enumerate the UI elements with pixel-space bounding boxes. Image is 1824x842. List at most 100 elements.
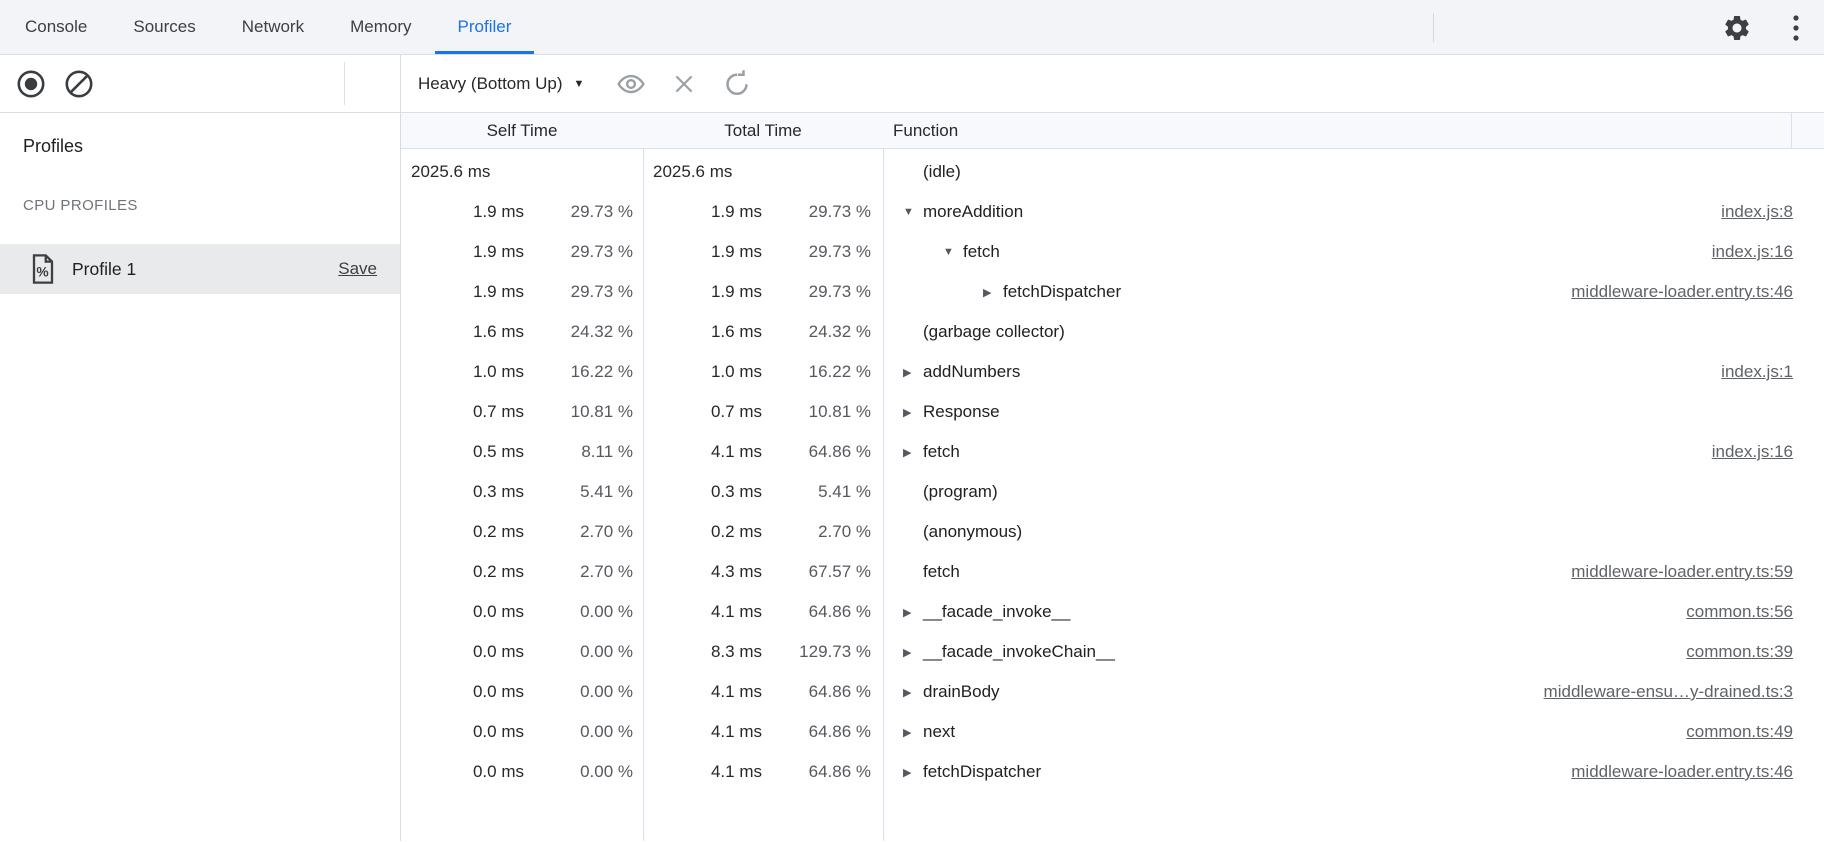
total-time-cell-ms: 4.1 ms xyxy=(643,682,762,702)
source-location-link[interactable]: common.ts:56 xyxy=(1666,602,1793,622)
tree-collapsed-icon[interactable]: ▶ xyxy=(903,646,923,659)
profile-grid-row[interactable]: 1.6 ms24.32 %1.6 ms24.32 %(garbage colle… xyxy=(401,312,1824,352)
tree-collapsed-icon[interactable]: ▶ xyxy=(903,686,923,699)
column-header-self-time[interactable]: Self Time xyxy=(401,121,643,141)
function-name: next xyxy=(923,722,955,742)
self-time-cell-ms: 1.9 ms xyxy=(401,202,524,222)
profile-grid-row[interactable]: 0.7 ms10.81 %0.7 ms10.81 %▶Response xyxy=(401,392,1824,432)
profile-grid-row[interactable]: 2025.6 ms2025.6 ms(idle) xyxy=(401,152,1824,192)
total-time-cell: 8.3 ms129.73 % xyxy=(643,642,883,662)
total-time-cell-ms: 1.0 ms xyxy=(643,362,762,382)
source-location-link[interactable]: common.ts:39 xyxy=(1666,642,1793,662)
total-time-cell-ms: 1.9 ms xyxy=(643,242,762,262)
source-location-link[interactable]: index.js:1 xyxy=(1701,362,1793,382)
profile-name: Profile 1 xyxy=(72,259,136,280)
total-time-cell-ms: 4.1 ms xyxy=(643,722,762,742)
tree-collapsed-icon[interactable]: ▶ xyxy=(903,446,923,459)
profile-grid-row[interactable]: 0.0 ms0.00 %8.3 ms129.73 %▶__facade_invo… xyxy=(401,632,1824,672)
tree-collapsed-icon[interactable]: ▶ xyxy=(903,726,923,739)
tree-expanded-icon[interactable]: ▼ xyxy=(903,206,923,218)
tab-profiler[interactable]: Profiler xyxy=(435,0,535,54)
profile-grid-row[interactable]: 0.2 ms2.70 %0.2 ms2.70 %(anonymous) xyxy=(401,512,1824,552)
kebab-menu-icon xyxy=(1792,13,1800,43)
profile-grid-row[interactable]: 1.9 ms29.73 %1.9 ms29.73 %▼moreAdditioni… xyxy=(401,192,1824,232)
self-time-cell: 0.3 ms5.41 % xyxy=(401,482,643,502)
source-location-link[interactable]: middleware-loader.entry.ts:46 xyxy=(1551,282,1793,302)
profile-grid-row[interactable]: 0.5 ms8.11 %4.1 ms64.86 %▶fetchindex.js:… xyxy=(401,432,1824,472)
function-name: fetch xyxy=(963,242,1000,262)
record-icon xyxy=(16,69,46,99)
self-time-cell-pct: 16.22 % xyxy=(524,362,643,382)
source-location-link[interactable]: index.js:8 xyxy=(1701,202,1793,222)
tree-collapsed-icon[interactable]: ▶ xyxy=(903,406,923,419)
profile-grid-row[interactable]: 0.3 ms5.41 %0.3 ms5.41 %(program) xyxy=(401,472,1824,512)
tab-memory[interactable]: Memory xyxy=(327,0,434,54)
tab-console[interactable]: Console xyxy=(2,0,110,54)
column-header-total-time[interactable]: Total Time xyxy=(643,121,883,141)
clear-button[interactable] xyxy=(63,68,95,100)
total-time-cell-pct: 64.86 % xyxy=(762,722,883,742)
total-time-cell-pct: 29.73 % xyxy=(762,242,883,262)
profile-grid-row[interactable]: 1.9 ms29.73 %1.9 ms29.73 %▶fetchDispatch… xyxy=(401,272,1824,312)
total-time-cell: 0.7 ms10.81 % xyxy=(643,402,883,422)
total-time-cell: 2025.6 ms xyxy=(643,162,883,182)
source-location-link[interactable]: index.js:16 xyxy=(1692,242,1793,262)
tree-collapsed-icon[interactable]: ▶ xyxy=(903,606,923,619)
function-cell: ▶__facade_invokeChain__ common.ts:39 xyxy=(883,642,1824,662)
self-time-cell-ms: 0.5 ms xyxy=(401,442,524,462)
source-location-link[interactable]: middleware-loader.entry.ts:46 xyxy=(1551,762,1793,782)
column-header-function[interactable]: Function xyxy=(883,121,1824,141)
function-cell: (anonymous) xyxy=(883,522,1824,542)
total-time-cell: 4.1 ms64.86 % xyxy=(643,602,883,622)
settings-button[interactable] xyxy=(1719,10,1755,46)
focus-selected-button[interactable] xyxy=(615,68,647,100)
profiler-main: Heavy (Bottom Up) ▼ xyxy=(401,55,1824,841)
self-time-cell: 0.5 ms8.11 % xyxy=(401,442,643,462)
total-time-cell: 4.1 ms64.86 % xyxy=(643,442,883,462)
self-time-cell-pct: 5.41 % xyxy=(524,482,643,502)
save-profile-link[interactable]: Save xyxy=(338,259,377,279)
self-time-cell-ms: 0.0 ms xyxy=(401,642,524,662)
function-name: __facade_invokeChain__ xyxy=(923,642,1115,662)
toolbar-divider xyxy=(344,62,345,105)
total-time-cell-ms: 4.3 ms xyxy=(643,562,762,582)
profile-list-item[interactable]: % Profile 1 Save xyxy=(0,244,400,294)
more-options-button[interactable] xyxy=(1782,10,1810,46)
self-time-cell-ms: 2025.6 ms xyxy=(401,162,490,182)
tree-expanded-icon[interactable]: ▼ xyxy=(943,246,963,258)
self-time-cell-pct: 0.00 % xyxy=(524,762,643,782)
tree-collapsed-icon[interactable]: ▶ xyxy=(983,286,1003,299)
eye-icon xyxy=(616,69,646,99)
exclude-selected-button[interactable] xyxy=(668,68,700,100)
function-name: fetchDispatcher xyxy=(923,762,1041,782)
tree-collapsed-icon[interactable]: ▶ xyxy=(903,366,923,379)
self-time-cell-ms: 0.2 ms xyxy=(401,522,524,542)
record-button[interactable] xyxy=(15,68,47,100)
profile-grid-row[interactable]: 1.9 ms29.73 %1.9 ms29.73 %▼fetchindex.js… xyxy=(401,232,1824,272)
tab-sources[interactable]: Sources xyxy=(110,0,218,54)
total-time-cell-pct: 24.32 % xyxy=(762,322,883,342)
source-location-link[interactable]: common.ts:49 xyxy=(1666,722,1793,742)
total-time-cell: 4.1 ms64.86 % xyxy=(643,722,883,742)
profile-grid-row[interactable]: 0.0 ms0.00 %4.1 ms64.86 %▶nextcommon.ts:… xyxy=(401,712,1824,752)
function-name: addNumbers xyxy=(923,362,1020,382)
self-time-cell: 0.0 ms0.00 % xyxy=(401,602,643,622)
tree-collapsed-icon[interactable]: ▶ xyxy=(903,766,923,779)
tab-network[interactable]: Network xyxy=(219,0,327,54)
profile-grid-row[interactable]: 1.0 ms16.22 %1.0 ms16.22 %▶addNumbersind… xyxy=(401,352,1824,392)
total-time-cell-ms: 0.7 ms xyxy=(643,402,762,422)
view-mode-select[interactable]: Heavy (Bottom Up) ▼ xyxy=(418,74,584,94)
function-cell: (garbage collector) xyxy=(883,322,1824,342)
restore-all-button[interactable] xyxy=(721,68,753,100)
source-location-link[interactable]: middleware-ensu…y-drained.ts:3 xyxy=(1524,682,1793,702)
total-time-cell-ms: 1.6 ms xyxy=(643,322,762,342)
profile-grid-row[interactable]: 0.2 ms2.70 %4.3 ms67.57 %fetchmiddleware… xyxy=(401,552,1824,592)
profile-grid-row[interactable]: 0.0 ms0.00 %4.1 ms64.86 %▶drainBodymiddl… xyxy=(401,672,1824,712)
profile-grid-row[interactable]: 0.0 ms0.00 %4.1 ms64.86 %▶__facade_invok… xyxy=(401,592,1824,632)
profile-grid-row[interactable]: 0.0 ms0.00 %4.1 ms64.86 %▶fetchDispatche… xyxy=(401,752,1824,792)
column-divider xyxy=(883,113,884,841)
source-location-link[interactable]: middleware-loader.entry.ts:59 xyxy=(1551,562,1793,582)
self-time-cell: 0.0 ms0.00 % xyxy=(401,762,643,782)
source-location-link[interactable]: index.js:16 xyxy=(1692,442,1793,462)
self-time-cell-ms: 0.0 ms xyxy=(401,762,524,782)
